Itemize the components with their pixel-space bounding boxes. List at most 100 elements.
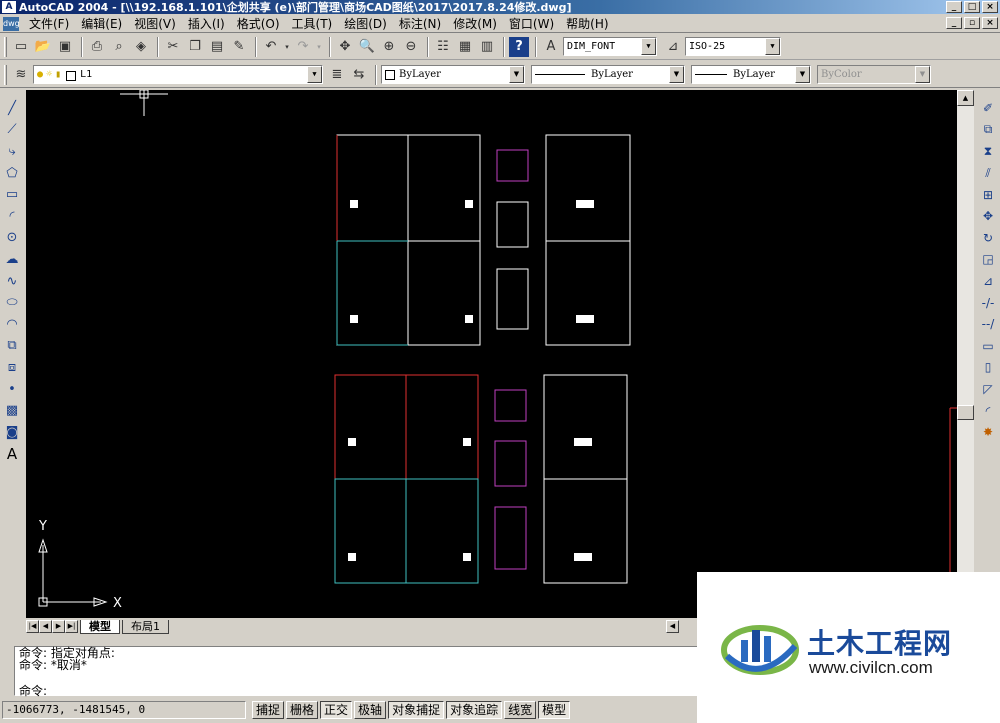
lineweight-toggle[interactable]: 线宽 bbox=[504, 701, 537, 719]
extend-icon[interactable]: --/ bbox=[978, 314, 998, 335]
chevron-down-icon[interactable]: ▼ bbox=[765, 38, 780, 55]
toolbar-grip[interactable] bbox=[4, 64, 7, 85]
vertical-scrollbar[interactable]: ▲ bbox=[957, 90, 974, 618]
drawing-document-icon[interactable]: dwg bbox=[3, 16, 20, 31]
doc-close-button[interactable]: × bbox=[982, 17, 998, 29]
mirror-icon[interactable]: ⧗ bbox=[978, 141, 998, 162]
zoom-realtime-icon[interactable]: 🔍 bbox=[357, 37, 377, 57]
copy-object-icon[interactable]: ⧉ bbox=[978, 120, 998, 141]
grid-toggle[interactable]: 栅格 bbox=[286, 701, 319, 719]
point-icon[interactable]: • bbox=[2, 379, 22, 400]
snap-toggle[interactable]: 捕捉 bbox=[252, 701, 285, 719]
chevron-down-icon[interactable]: ▼ bbox=[307, 66, 322, 83]
trim-icon[interactable]: -/- bbox=[978, 292, 998, 313]
pan-icon[interactable]: ✥ bbox=[335, 37, 355, 57]
design-center-icon[interactable]: ▦ bbox=[455, 37, 475, 57]
menu-modify[interactable]: 修改(M) bbox=[447, 15, 503, 32]
tab-model[interactable]: 模型 bbox=[80, 619, 120, 634]
ellipse-icon[interactable]: ⬭ bbox=[2, 292, 22, 313]
explode-icon[interactable]: ✸ bbox=[978, 422, 998, 443]
open-icon[interactable]: 📂 bbox=[33, 37, 53, 57]
revision-cloud-icon[interactable]: ☁ bbox=[2, 249, 22, 270]
command-window[interactable]: 命令: 指定对角点: 命令: *取消* 命令: bbox=[14, 646, 698, 697]
polygon-icon[interactable]: ⬠ bbox=[2, 163, 22, 184]
minimize-button[interactable]: _ bbox=[946, 1, 962, 13]
cut-icon[interactable]: ✂ bbox=[163, 37, 183, 57]
hatch-icon[interactable]: ▩ bbox=[2, 400, 22, 421]
otrack-toggle[interactable]: 对象追踪 bbox=[446, 701, 503, 719]
tool-palettes-icon[interactable]: ▥ bbox=[477, 37, 497, 57]
text-style-select[interactable]: DIM_FONT ▼ bbox=[563, 37, 657, 56]
last-tab-button[interactable]: ▶| bbox=[65, 620, 78, 633]
menu-file[interactable]: 文件(F) bbox=[23, 15, 75, 32]
drawing-area[interactable]: Y X bbox=[26, 90, 957, 618]
toolbar-grip[interactable] bbox=[4, 36, 7, 57]
stretch-icon[interactable]: ⊿ bbox=[978, 271, 998, 292]
zoom-previous-icon[interactable]: ⊖ bbox=[401, 37, 421, 57]
prev-tab-button[interactable]: ◀ bbox=[39, 620, 52, 633]
menu-format[interactable]: 格式(O) bbox=[231, 15, 286, 32]
redo-icon[interactable]: ↷ bbox=[293, 37, 313, 57]
array-icon[interactable]: ⊞ bbox=[978, 184, 998, 205]
layer-manager-icon[interactable]: ≋ bbox=[11, 65, 31, 85]
menu-insert[interactable]: 插入(I) bbox=[182, 15, 231, 32]
rectangle-icon[interactable]: ▭ bbox=[2, 184, 22, 205]
chamfer-icon[interactable]: ◸ bbox=[978, 379, 998, 400]
insert-block-icon[interactable]: ⧉ bbox=[2, 336, 22, 357]
first-tab-button[interactable]: |◀ bbox=[26, 620, 39, 633]
dimension-style-select[interactable]: ISO-25 ▼ bbox=[685, 37, 781, 56]
make-object-layer-current-icon[interactable]: ≣ bbox=[327, 65, 347, 85]
new-icon[interactable]: ▭ bbox=[11, 37, 31, 57]
print-preview-icon[interactable]: ⌕ bbox=[109, 37, 129, 57]
undo-icon[interactable]: ↶ bbox=[261, 37, 281, 57]
spline-icon[interactable]: ∿ bbox=[2, 271, 22, 292]
model-space-toggle[interactable]: 模型 bbox=[538, 701, 571, 719]
chevron-down-icon[interactable]: ▼ bbox=[641, 38, 656, 55]
command-prompt[interactable]: 命令: bbox=[19, 685, 697, 697]
close-button[interactable]: × bbox=[982, 1, 998, 13]
publish-icon[interactable]: ◈ bbox=[131, 37, 151, 57]
scroll-thumb[interactable] bbox=[957, 405, 974, 420]
chevron-down-icon[interactable]: ▼ bbox=[795, 66, 810, 83]
copy-icon[interactable]: ❐ bbox=[185, 37, 205, 57]
erase-icon[interactable]: ✐ bbox=[978, 98, 998, 119]
menu-draw[interactable]: 绘图(D) bbox=[338, 15, 393, 32]
offset-icon[interactable]: ⫽ bbox=[978, 163, 998, 184]
paste-icon[interactable]: ▤ bbox=[207, 37, 227, 57]
circle-icon[interactable]: ⊙ bbox=[2, 228, 22, 249]
break-at-point-icon[interactable]: ▭ bbox=[978, 336, 998, 357]
tab-layout1[interactable]: 布局1 bbox=[122, 619, 169, 634]
save-icon[interactable]: ▣ bbox=[55, 37, 75, 57]
construction-line-icon[interactable]: ⟋ bbox=[2, 120, 22, 141]
polar-toggle[interactable]: 极轴 bbox=[354, 701, 387, 719]
color-select[interactable]: ByLayer ▼ bbox=[381, 65, 525, 84]
print-icon[interactable]: ⎙ bbox=[87, 37, 107, 57]
undo-dropdown-icon[interactable]: ▾ bbox=[283, 37, 291, 57]
move-icon[interactable]: ✥ bbox=[978, 206, 998, 227]
lineweight-select[interactable]: ByLayer ▼ bbox=[691, 65, 811, 84]
menu-view[interactable]: 视图(V) bbox=[128, 15, 182, 32]
make-block-icon[interactable]: ⧈ bbox=[2, 357, 22, 378]
arc-icon[interactable]: ◜ bbox=[2, 206, 22, 227]
scroll-up-button[interactable]: ▲ bbox=[957, 90, 974, 106]
doc-restore-button[interactable]: ▫ bbox=[964, 17, 980, 29]
ellipse-arc-icon[interactable]: ◠ bbox=[2, 314, 22, 335]
linetype-select[interactable]: ByLayer ▼ bbox=[531, 65, 685, 84]
polyline-icon[interactable]: ⤷ bbox=[2, 141, 22, 162]
menu-help[interactable]: 帮助(H) bbox=[560, 15, 614, 32]
chevron-down-icon[interactable]: ▼ bbox=[509, 66, 524, 83]
zoom-window-icon[interactable]: ⊕ bbox=[379, 37, 399, 57]
scale-icon[interactable]: ◲ bbox=[978, 249, 998, 270]
menu-window[interactable]: 窗口(W) bbox=[503, 15, 560, 32]
break-icon[interactable]: ▯ bbox=[978, 357, 998, 378]
redo-dropdown-icon[interactable]: ▾ bbox=[315, 37, 323, 57]
multiline-text-icon[interactable]: A bbox=[2, 444, 22, 465]
ortho-toggle[interactable]: 正交 bbox=[320, 701, 353, 719]
match-properties-icon[interactable]: ✎ bbox=[229, 37, 249, 57]
layer-select[interactable]: ● ☼ ▮ L1 ▼ bbox=[33, 65, 323, 84]
rotate-icon[interactable]: ↻ bbox=[978, 228, 998, 249]
menu-edit[interactable]: 编辑(E) bbox=[75, 15, 128, 32]
properties-icon[interactable]: ☷ bbox=[433, 37, 453, 57]
region-icon[interactable]: ◙ bbox=[2, 422, 22, 443]
menu-dimension[interactable]: 标注(N) bbox=[393, 15, 447, 32]
